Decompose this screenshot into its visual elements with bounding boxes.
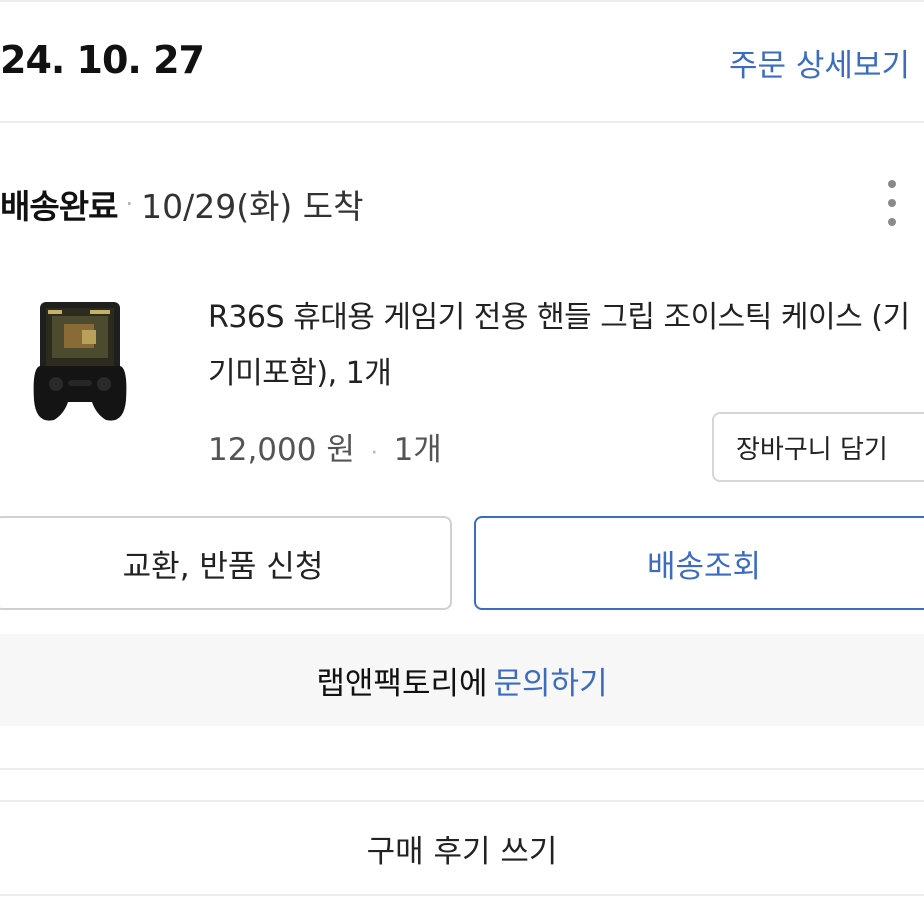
section-divider xyxy=(0,768,924,770)
product-price: 12,000 원 xyxy=(208,432,355,468)
shipment-status-line: 배송완료 · 10/29(화) 도착 xyxy=(0,180,364,228)
kebab-dot xyxy=(888,180,896,188)
product-name[interactable]: R36S 휴대용 게임기 전용 핸들 그립 조이스틱 케이스 (기기미포함), … xyxy=(208,290,924,402)
arrival-date: 10/29(화) 도착 xyxy=(141,187,364,226)
product-quantity: 1개 xyxy=(393,432,442,468)
inquiry-link[interactable]: 문의하기 xyxy=(494,658,608,703)
bottom-divider xyxy=(0,894,924,896)
seller-inquiry-bar: 랩앤팩토리에 문의하기 xyxy=(0,634,924,726)
exchange-return-button[interactable]: 교환, 반품 신청 xyxy=(0,516,452,610)
product-thumbnail[interactable] xyxy=(30,296,130,428)
price-line: 12,000 원 · 1개 xyxy=(208,424,442,469)
price-separator: · xyxy=(370,441,378,466)
more-vertical-icon[interactable] xyxy=(874,180,910,226)
add-to-cart-button[interactable]: 장바구니 담기 xyxy=(712,412,924,482)
seller-name: 랩앤팩토리에 xyxy=(316,665,488,702)
order-date: 24. 10. 27 xyxy=(0,38,205,82)
shipment-status: 배송완료 xyxy=(0,187,118,226)
order-detail-link[interactable]: 주문 상세보기 xyxy=(729,40,910,85)
top-divider xyxy=(0,0,924,2)
track-shipment-button[interactable]: 배송조회 xyxy=(474,516,924,610)
header-divider xyxy=(0,121,924,123)
status-separator: · xyxy=(125,190,134,218)
write-review-button[interactable]: 구매 후기 쓰기 xyxy=(0,802,924,894)
kebab-dot xyxy=(888,199,896,207)
kebab-dot xyxy=(888,218,896,226)
